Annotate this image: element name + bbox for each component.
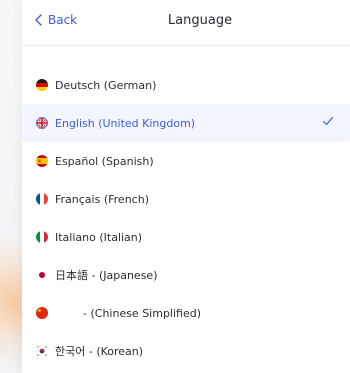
language-label: Español (Spanish) [55,154,154,168]
uk-flag-icon [36,117,48,129]
language-label: Deutsch (German) [55,78,157,92]
language-panel: Back Language Deutsch (German) English (… [22,0,350,373]
language-item-german[interactable]: Deutsch (German) [22,66,350,104]
language-item-english[interactable]: English (United Kingdom) [22,104,350,142]
header-bar: Back Language [22,0,350,46]
language-item-french[interactable]: Français (French) [22,180,350,218]
language-label: Français (French) [55,192,149,206]
korea-flag-icon [36,345,48,357]
language-item-spanish[interactable]: Español (Spanish) [22,142,350,180]
language-label: 한국어 - (Korean) [55,345,144,358]
japan-flag-icon [36,269,48,281]
france-flag-icon [36,193,48,205]
language-label: Italiano (Italian) [55,230,143,244]
language-item-italian[interactable]: Italiano (Italian) [22,218,350,256]
language-label: English (United Kingdom) [55,116,196,130]
language-label: - (Chinese Simplified) [83,306,202,320]
page-title: Language [167,13,233,28]
language-item-chinese[interactable]: - (Chinese Simplified) [22,294,350,332]
app-screen: Back Language Deutsch (German) English (… [0,0,350,373]
language-label: 日本語 - (Japanese) [55,269,158,282]
checkmark-icon [322,116,334,126]
language-item-japanese[interactable]: 日本語 - (Japanese) [22,256,350,294]
italy-flag-icon [36,231,48,243]
language-item-korean[interactable]: 한국어 - (Korean) [22,332,350,370]
china-flag-icon [36,307,48,319]
spain-flag-icon [36,155,48,167]
language-list: Deutsch (German) English (United Kingdom… [22,66,350,370]
germany-flag-icon [36,79,48,91]
